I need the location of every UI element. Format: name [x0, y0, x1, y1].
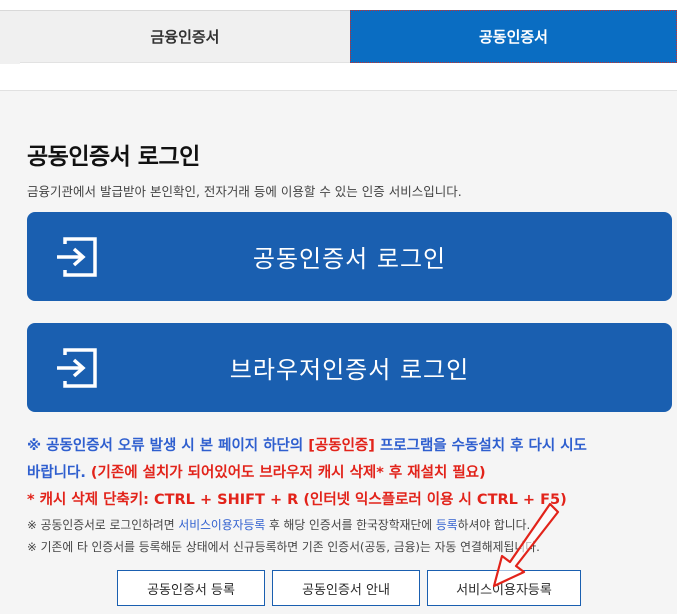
joint-cert-guide-button[interactable]: 공동인증서 안내	[272, 570, 420, 606]
notice-highlight: (기존에 설치가 되어있어도 브라우저 캐시 삭제* 후 재설치 필요)	[90, 465, 486, 481]
notice-text: ※ 공동인증서 오류 발생 시 본 페이지 하단의	[27, 438, 309, 454]
notice-highlight: [공동인증]	[308, 438, 375, 454]
tab-edge	[0, 10, 20, 64]
browser-cert-login-button[interactable]: 브라우저인증서 로그인	[27, 323, 672, 412]
sign-in-icon	[57, 237, 97, 277]
cert-register-link[interactable]: 등록	[436, 518, 458, 532]
disconnect-note: ※ 기존에 타 인증서를 등록해둔 상태에서 신규등록하면 기존 인증서(공동,…	[27, 540, 540, 554]
sign-in-icon	[57, 348, 97, 388]
service-user-register-button[interactable]: 서비스이용자등록	[427, 570, 581, 606]
service-register-link[interactable]: 서비스이용자등록	[178, 518, 265, 532]
tab-financial-cert[interactable]: 금융인증서	[20, 10, 350, 63]
cert-tabs: 금융인증서 공동인증서	[0, 0, 677, 64]
note-text: ※ 공동인증서로 로그인하려면	[27, 518, 179, 532]
register-note: ※ 공동인증서로 로그인하려면 서비스이용자등록 후 해당 인증서를 한국장학재…	[27, 516, 530, 533]
login-description: 금융기관에서 발급받아 본인확인, 전자거래 등에 이용할 수 있는 인증 서비…	[27, 184, 462, 199]
notice-text: 프로그램을 수동설치 후 다시 시도	[374, 438, 587, 454]
cache-shortcut-note: * 캐시 삭제 단축키: CTRL + SHIFT + R (인터넷 익스플로러…	[27, 492, 567, 508]
page-title: 공동인증서 로그인	[27, 144, 200, 170]
tab-joint-cert[interactable]: 공동인증서	[350, 10, 677, 63]
joint-cert-login-label: 공동인증서 로그인	[252, 245, 447, 273]
joint-cert-login-button[interactable]: 공동인증서 로그인	[27, 212, 672, 301]
browser-cert-login-label: 브라우저인증서 로그인	[229, 356, 470, 384]
notice-text: 바랍니다.	[27, 465, 91, 481]
note-text: 후 해당 인증서를 한국장학재단에	[265, 518, 436, 532]
joint-cert-register-button[interactable]: 공동인증서 등록	[117, 570, 265, 606]
notice-line-1: ※ 공동인증서 오류 발생 시 본 페이지 하단의 [공동인증] 프로그램을 수…	[27, 436, 587, 456]
notice-line-2: 바랍니다. (기존에 설치가 되어있어도 브라우저 캐시 삭제* 후 재설치 필…	[27, 463, 486, 483]
note-text: 하셔야 합니다.	[457, 518, 531, 532]
